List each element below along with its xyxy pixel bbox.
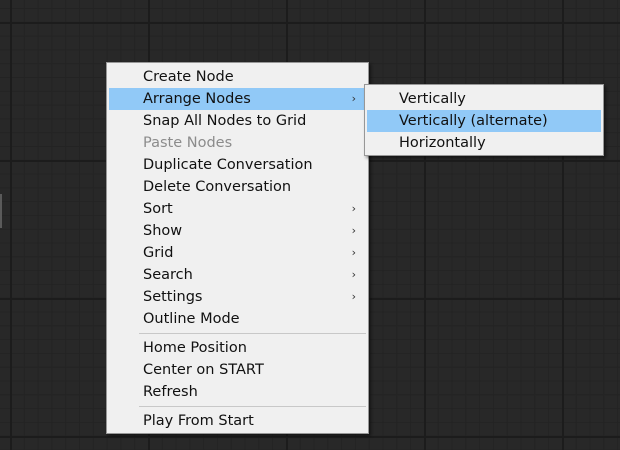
arrange-nodes-submenu: Vertically Vertically (alternate) Horizo… (364, 84, 604, 156)
submenu-arrow-icon: › (351, 224, 356, 237)
submenu-arrow-icon: › (351, 92, 356, 105)
menu-item-duplicate-conversation[interactable]: Duplicate Conversation (109, 154, 366, 176)
menu-item-label: Grid (143, 245, 174, 261)
menu-item-label: Center on START (143, 362, 264, 378)
menu-separator (139, 406, 366, 407)
menu-item-label: Refresh (143, 384, 198, 400)
context-menu: Create Node Arrange Nodes › Snap All Nod… (106, 62, 369, 434)
menu-item-play-from-start[interactable]: Play From Start (109, 410, 366, 432)
submenu-arrow-icon: › (351, 202, 356, 215)
menu-item-label: Arrange Nodes (143, 91, 251, 107)
submenu-item-label: Horizontally (399, 135, 486, 151)
submenu-arrow-icon: › (351, 290, 356, 303)
submenu-item-label: Vertically (alternate) (399, 113, 548, 129)
menu-item-label: Search (143, 267, 193, 283)
menu-item-label: Sort (143, 201, 173, 217)
submenu-arrow-icon: › (351, 268, 356, 281)
submenu-item-vertically[interactable]: Vertically (367, 88, 601, 110)
submenu-item-horizontally[interactable]: Horizontally (367, 132, 601, 154)
menu-item-home-position[interactable]: Home Position (109, 337, 366, 359)
canvas-node-edge (0, 194, 2, 228)
menu-item-show[interactable]: Show › (109, 220, 366, 242)
menu-item-search[interactable]: Search › (109, 264, 366, 286)
menu-item-snap-all-nodes[interactable]: Snap All Nodes to Grid (109, 110, 366, 132)
menu-separator (139, 333, 366, 334)
menu-item-paste-nodes: Paste Nodes (109, 132, 366, 154)
menu-item-outline-mode[interactable]: Outline Mode (109, 308, 366, 330)
menu-item-grid[interactable]: Grid › (109, 242, 366, 264)
menu-item-create-node[interactable]: Create Node (109, 66, 366, 88)
menu-item-label: Play From Start (143, 413, 254, 429)
menu-item-label: Snap All Nodes to Grid (143, 113, 307, 129)
submenu-arrow-icon: › (351, 246, 356, 259)
menu-item-center-on-start[interactable]: Center on START (109, 359, 366, 381)
menu-item-label: Settings (143, 289, 203, 305)
menu-item-label: Duplicate Conversation (143, 157, 313, 173)
menu-item-label: Create Node (143, 69, 234, 85)
menu-item-label: Paste Nodes (143, 135, 233, 151)
menu-item-label: Outline Mode (143, 311, 240, 327)
submenu-item-vertically-alternate[interactable]: Vertically (alternate) (367, 110, 601, 132)
menu-item-refresh[interactable]: Refresh (109, 381, 366, 403)
menu-item-label: Delete Conversation (143, 179, 292, 195)
menu-item-delete-conversation[interactable]: Delete Conversation (109, 176, 366, 198)
menu-item-label: Home Position (143, 340, 247, 356)
submenu-item-label: Vertically (399, 91, 466, 107)
menu-item-sort[interactable]: Sort › (109, 198, 366, 220)
menu-item-arrange-nodes[interactable]: Arrange Nodes › (109, 88, 366, 110)
menu-item-settings[interactable]: Settings › (109, 286, 366, 308)
menu-item-label: Show (143, 223, 183, 239)
